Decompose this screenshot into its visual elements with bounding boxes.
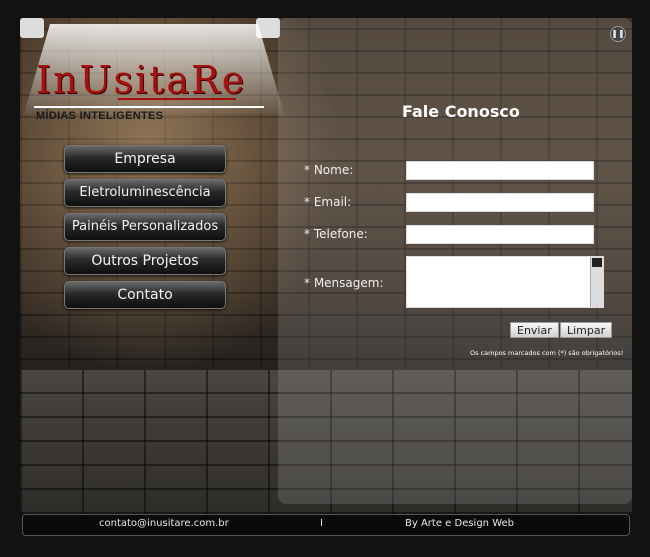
email-field[interactable]	[406, 193, 594, 212]
nav-empresa[interactable]: Empresa	[64, 145, 226, 173]
nav-eletroluminescencia[interactable]: Eletroluminescência	[64, 179, 226, 207]
name-label: * Nome:	[304, 163, 354, 177]
nav-contato[interactable]: Contato	[64, 281, 226, 309]
page-frame: InUsitaRe MÍDIAS INTELIGENTES Empresa El…	[0, 0, 650, 557]
message-field[interactable]	[406, 256, 604, 308]
stage-background: InUsitaRe MÍDIAS INTELIGENTES Empresa El…	[20, 18, 632, 514]
brand-tagline: MÍDIAS INTELIGENTES	[36, 110, 164, 122]
footer-credit[interactable]: By Arte e Design Web	[405, 518, 514, 529]
footer-bar: contato@inusitare.com.br I By Arte e Des…	[22, 514, 630, 536]
scroll-up-icon[interactable]	[592, 258, 602, 267]
logo-divider	[34, 106, 264, 108]
clear-button[interactable]: Limpar	[560, 322, 613, 338]
nav-paineis-personalizados[interactable]: Painéis Personalizados	[64, 213, 226, 241]
phone-field[interactable]	[406, 225, 594, 244]
message-label: * Mensagem:	[304, 276, 384, 290]
footer-email[interactable]: contato@inusitare.com.br	[99, 518, 229, 529]
spotlight-left-icon	[20, 18, 44, 38]
send-button[interactable]: Enviar	[510, 322, 559, 338]
phone-label: * Telefone:	[304, 227, 368, 241]
required-note: Os campos marcados com (*) são obrigatór…	[470, 349, 624, 357]
footer-separator: I	[320, 518, 323, 529]
page-title: Fale Conosco	[402, 102, 520, 121]
email-label: * Email:	[304, 195, 352, 209]
nav-outros-projetos[interactable]: Outros Projetos	[64, 247, 226, 275]
message-scrollbar[interactable]	[590, 257, 603, 307]
main-nav: Empresa Eletroluminescência Painéis Pers…	[64, 145, 226, 315]
contact-panel: ❚❚ Fale Conosco * Nome: * Email: * Telef…	[278, 18, 632, 504]
logo-underline	[118, 98, 236, 100]
pause-icon[interactable]: ❚❚	[610, 26, 626, 42]
brand-logo[interactable]: InUsitaRe	[36, 58, 246, 102]
name-field[interactable]	[406, 161, 594, 180]
